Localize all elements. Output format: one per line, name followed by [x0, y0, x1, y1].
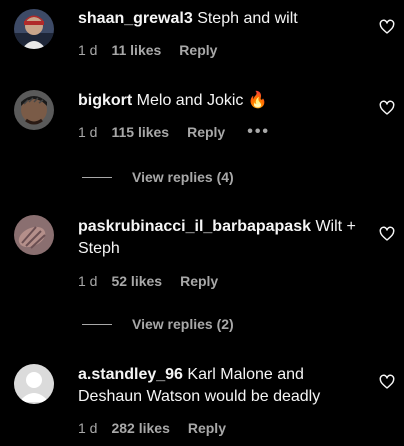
comment-body: paskrubinacci_il_barbapapask Wilt + Step…: [78, 216, 360, 260]
comment-time: 1 d: [78, 420, 98, 436]
comment-body: bigkort Melo and Jokic 🔥: [78, 90, 360, 112]
view-replies-label: View replies (4): [132, 169, 234, 185]
comment-username[interactable]: bigkort: [78, 92, 132, 109]
comment-text: Melo and Jokic 🔥: [136, 92, 268, 109]
comment-likes[interactable]: 282 likes: [111, 419, 169, 437]
heart-outline-icon[interactable]: [379, 19, 395, 35]
comment-body: a.standley_96 Karl Malone and Deshaun Wa…: [78, 364, 353, 408]
reply-button[interactable]: Reply: [188, 419, 226, 437]
comment-likes[interactable]: 52 likes: [111, 272, 162, 290]
user-photo-avatar-icon: [14, 90, 54, 130]
comment-meta: 1 d 282 likes Reply: [78, 419, 226, 437]
reply-button[interactable]: Reply: [179, 41, 217, 59]
view-replies-label: View replies (2): [132, 316, 234, 332]
replies-divider-line: [82, 323, 112, 325]
comment-text: Steph and wilt: [197, 10, 298, 27]
comment-username[interactable]: shaan_grewal3: [78, 10, 193, 27]
comment-meta: 1 d 52 likes Reply: [78, 272, 218, 290]
heart-outline-icon[interactable]: [379, 374, 395, 390]
comment-username[interactable]: a.standley_96: [78, 366, 183, 383]
view-replies-button[interactable]: View replies (4): [82, 168, 234, 186]
comment-likes[interactable]: 11 likes: [111, 41, 161, 59]
view-replies-button[interactable]: View replies (2): [82, 315, 234, 333]
more-options-icon[interactable]: •••: [247, 123, 270, 141]
avatar[interactable]: [14, 90, 54, 130]
comment-meta: 1 d 115 likes Reply •••: [78, 123, 270, 141]
comment-time: 1 d: [78, 42, 98, 58]
avatar[interactable]: [14, 9, 54, 49]
default-avatar-icon: [14, 364, 54, 404]
reply-button[interactable]: Reply: [187, 123, 225, 141]
comment-time: 1 d: [78, 273, 98, 289]
avatar[interactable]: [14, 364, 54, 404]
replies-divider-line: [82, 176, 112, 178]
comment-likes[interactable]: 115 likes: [111, 123, 169, 141]
comment-body: shaan_grewal3 Steph and wilt: [78, 8, 360, 30]
heart-outline-icon[interactable]: [379, 226, 395, 242]
comment-username[interactable]: paskrubinacci_il_barbapapask: [78, 218, 311, 235]
reply-button[interactable]: Reply: [180, 272, 218, 290]
user-photo-avatar-icon: [14, 9, 54, 49]
comment-meta: 1 d 11 likes Reply: [78, 41, 217, 59]
avatar[interactable]: [14, 215, 54, 255]
heart-outline-icon[interactable]: [379, 100, 395, 116]
comment-time: 1 d: [78, 124, 98, 140]
user-photo-avatar-icon: [14, 215, 54, 255]
